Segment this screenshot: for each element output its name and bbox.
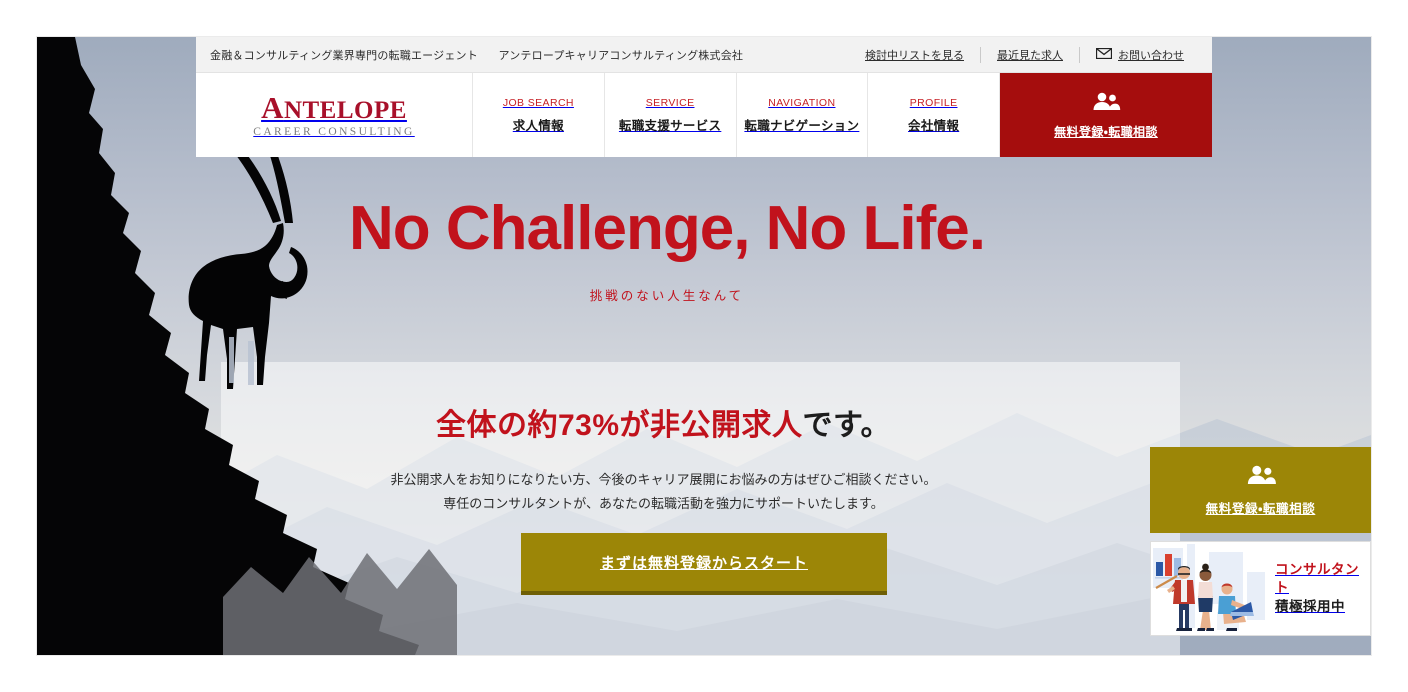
promo-description: 非公開求人をお知りになりたい方、今後のキャリア展開にお悩みの方はぜひご相談くださ…	[184, 468, 1143, 516]
nav-item-service-en: SERVICE	[645, 97, 695, 109]
page-root: 金融＆コンサルティング業界専門の転職エージェント アンテロープキャリアコンサルテ…	[0, 0, 1408, 692]
utility-links: 検討中リストを見る 最近見た求人 お問い合わせ	[849, 37, 1200, 72]
start-free-registration-label: まずは無料登録からスタート	[599, 554, 808, 572]
site-logo[interactable]: ANTELOPE CAREER CONSULTING	[196, 73, 473, 157]
tagline-text: 金融＆コンサルティング業界専門の転職エージェント	[210, 49, 478, 62]
floating-side-rail: 無料登録・転職相談 コンサルタント 積極採用中	[1150, 447, 1371, 636]
nav-item-profile[interactable]: PROFILE 会社情報	[868, 73, 1000, 157]
team-presentation-illustration	[1151, 542, 1269, 635]
nav-item-profile-en: PROFILE	[909, 97, 958, 109]
utility-link-saved-list[interactable]: 検討中リストを見る	[849, 47, 980, 63]
utility-link-recently-viewed[interactable]: 最近見た求人	[981, 47, 1079, 63]
promo-title-red: 全体の約73%が非公開求人	[435, 409, 803, 442]
nav-item-navigation[interactable]: NAVIGATION 転職ナビゲーション	[737, 73, 869, 157]
nav-item-navigation-en: NAVIGATION	[768, 97, 836, 109]
nav-register-cta-button[interactable]: 無料登録・転職相談	[1000, 73, 1212, 157]
promo-description-line1: 非公開求人をお知りになりたい方、今後のキャリア展開にお悩みの方はぜひご相談くださ…	[390, 472, 937, 487]
people-icon	[1091, 91, 1121, 116]
hero-subheadline: 挑戦のない人生なんて	[589, 289, 745, 303]
consultant-recruiting-card[interactable]: コンサルタント 積極採用中	[1150, 541, 1371, 636]
nav-item-profile-ja: 会社情報	[908, 118, 960, 133]
nav-item-job-search-ja: 求人情報	[512, 118, 564, 133]
logo-name-rest: NTELOPE	[283, 96, 407, 124]
main-navigation: ANTELOPE CAREER CONSULTING JOB SEARCH 求人…	[196, 73, 1212, 157]
logo-subtitle: CAREER CONSULTING	[253, 125, 415, 138]
utility-link-contact-label: お問い合わせ	[1118, 49, 1184, 62]
consultant-card-line1: コンサルタント	[1275, 562, 1359, 596]
consultant-card-line2: 積極採用中	[1275, 598, 1345, 614]
nav-item-navigation-ja: 転職ナビゲーション	[744, 118, 860, 133]
utility-link-saved-list-label: 検討中リストを見る	[865, 49, 964, 62]
site-tagline: 金融＆コンサルティング業界専門の転職エージェント アンテロープキャリアコンサルテ…	[210, 47, 743, 63]
promo-title: 全体の約73%が非公開求人です。	[184, 400, 1143, 444]
utility-bar: 金融＆コンサルティング業界専門の転職エージェント アンテロープキャリアコンサルテ…	[196, 37, 1212, 73]
company-name: アンテロープキャリアコンサルティング株式会社	[498, 49, 744, 62]
logo-wordmark: ANTELOPE	[261, 92, 407, 123]
nav-item-job-search-en: JOB SEARCH	[502, 97, 574, 109]
rail-register-cta-label: 無料登録・転職相談	[1205, 501, 1316, 516]
nav-register-cta-label: 無料登録・転職相談	[1054, 124, 1158, 139]
utility-link-contact[interactable]: お問い合わせ	[1080, 47, 1200, 63]
nav-item-service[interactable]: SERVICE 転職支援サービス	[605, 73, 737, 157]
hero-headline: No Challenge, No Life.	[349, 194, 986, 263]
nav-item-service-ja: 転職支援サービス	[618, 118, 722, 133]
rail-register-cta-button[interactable]: 無料登録・転職相談	[1150, 447, 1371, 533]
mail-icon	[1095, 47, 1113, 62]
nav-item-job-search[interactable]: JOB SEARCH 求人情報	[473, 73, 605, 157]
site-header: 金融＆コンサルティング業界専門の転職エージェント アンテロープキャリアコンサルテ…	[196, 37, 1212, 157]
promo-description-line2: 専任のコンサルタントが、あなたの転職活動を強力にサポートいたします。	[443, 496, 884, 512]
people-icon	[1245, 464, 1277, 490]
promo-title-dark: です。	[802, 409, 892, 442]
logo-first-letter: A	[261, 89, 284, 125]
utility-link-recently-viewed-label: 最近見た求人	[997, 49, 1063, 62]
consultant-card-text: コンサルタント 積極採用中	[1269, 561, 1370, 616]
start-free-registration-button[interactable]: まずは無料登録からスタート	[521, 533, 887, 595]
